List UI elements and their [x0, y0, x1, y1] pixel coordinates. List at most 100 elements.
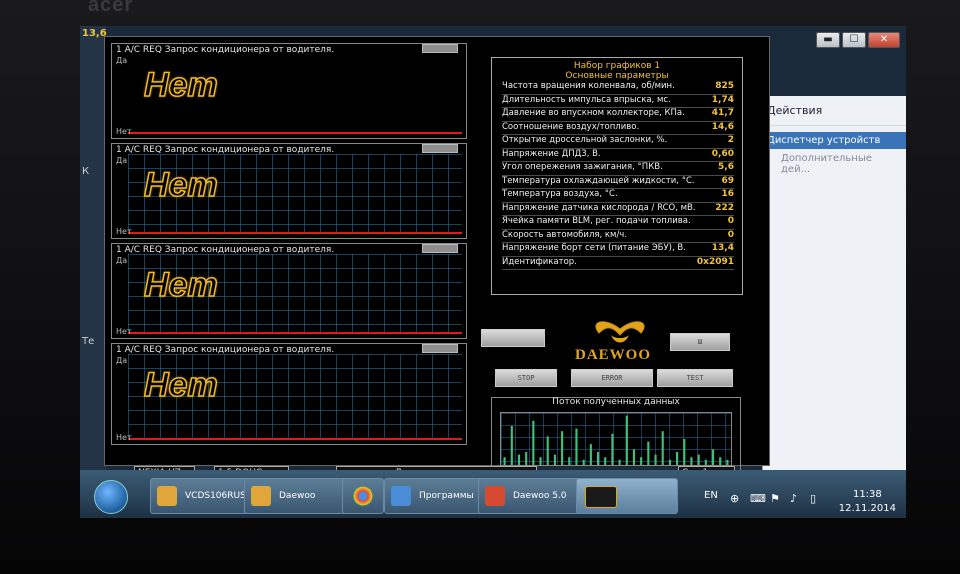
graph-scroll-handle[interactable] [422, 344, 458, 353]
graph-scroll-handle[interactable] [422, 44, 458, 53]
screen: 13,6 К Те ▬ ☐ ✕ Действия Диспетчер устро… [80, 26, 906, 518]
minimize-button[interactable]: ▬ [816, 32, 840, 48]
book-button[interactable]: Ш [670, 333, 730, 351]
param-row: Давление во впускном коллекторе, КПа. 41,… [502, 108, 734, 122]
left-label-2: Те [82, 336, 95, 347]
data-flow-bar [575, 428, 578, 465]
params-subtitle: Основные параметры [565, 71, 669, 81]
data-flow-bar [532, 420, 535, 465]
data-flow-bar [690, 457, 693, 465]
data-flow-bar [640, 457, 643, 465]
param-row: Угол опережения зажигания, °ПКВ. 5,6 [502, 162, 734, 176]
folder-icon [157, 486, 177, 506]
data-flow-bar [647, 441, 650, 465]
param-value: 2 [727, 135, 734, 145]
graph-top-label: Да [116, 156, 128, 165]
flag-icon[interactable]: ⚑ [770, 492, 780, 505]
battery-icon[interactable]: ▯ [810, 492, 816, 505]
stop-button[interactable]: STOP [495, 369, 557, 387]
daewoo-logo-text: DAEWOO [575, 347, 652, 363]
taskbar-item-chrome[interactable] [342, 478, 384, 514]
left-action-button[interactable] [481, 329, 545, 347]
param-value: 14,6 [711, 121, 734, 132]
param-label: Угол опережения зажигания, °ПКВ. [502, 162, 663, 172]
param-value: 13,4 [711, 243, 734, 253]
data-flow-bar [632, 449, 636, 465]
data-flow-bar [604, 457, 607, 465]
taskbar-item-daewoo-active[interactable] [576, 478, 678, 514]
network-icon[interactable]: ⊕ [730, 492, 739, 505]
data-flow-bar [596, 452, 600, 465]
param-value: 0 [727, 216, 734, 226]
actions-more[interactable]: Дополнительные дей... [763, 149, 906, 179]
language-indicator[interactable]: EN [704, 490, 718, 501]
maximize-button[interactable]: ☐ [842, 32, 866, 48]
graph-header: 1 A/C REQ Запрос кондиционера от водител… [116, 45, 335, 55]
data-flow-bar [611, 433, 614, 465]
param-value: 825 [715, 81, 734, 91]
graph-header: 1 A/C REQ Запрос кондиционера от водител… [116, 245, 335, 255]
graph-value: Нет [143, 165, 218, 205]
param-value: 0,60 [711, 148, 734, 159]
data-flow-bar [618, 459, 621, 465]
param-label: Температура охлаждающей жидкости, °С. [502, 175, 695, 186]
graph-signal-line [128, 132, 462, 134]
param-label: Ячейка памяти BLM, рег. подачи топлива. [502, 216, 691, 226]
taskbar-label: Daewoo 5.0 [513, 491, 567, 501]
param-label: Длительность импульса впрыска, мс. [502, 94, 671, 105]
folder-icon [251, 486, 271, 506]
keyboard-icon[interactable]: ⌨ [750, 492, 766, 505]
data-flow-bar [676, 452, 679, 465]
system-tray: EN ⊕ ⌨ ⚑ ♪ ▯ 11:38 12.11.2014 [694, 470, 906, 518]
data-flow-bar [561, 431, 564, 465]
graph-panel-4: 1 A/C REQ Запрос кондиционера от водител… [111, 343, 467, 445]
graph-bottom-label: Нет [116, 227, 132, 236]
graph-bottom-label: Нет [116, 327, 132, 336]
actions-header: Действия [763, 96, 906, 126]
param-row: Ячейка памяти BLM, рег. подачи топлива. 0 [502, 216, 734, 230]
volume-icon[interactable]: ♪ [790, 492, 797, 505]
data-flow-bar [661, 431, 664, 465]
graph-value: Нет [143, 265, 218, 305]
param-value: 16 [721, 189, 734, 199]
windows-taskbar: VCDS106RUS Daewoo Программы Daewoo 5.0 E… [80, 470, 906, 518]
graph-bottom-label: Нет [116, 127, 132, 136]
desktop-left-strip: 13,6 К Те [80, 26, 107, 518]
graph-scroll-handle[interactable] [422, 144, 458, 153]
data-flow-bar [683, 439, 686, 465]
daewoo-emblem-icon [595, 321, 645, 343]
graph-value: Нет [143, 365, 218, 405]
param-label: Напряжение ДПДЗ, В. [502, 148, 601, 159]
param-value: 41,7 [711, 108, 734, 118]
start-button[interactable] [94, 480, 128, 514]
param-label: Температура воздуха, °С. [502, 189, 618, 199]
param-label: Скорость автомобиля, км/ч. [502, 229, 628, 240]
params-rows: Частота вращения коленвала, об/мин. 825 Дл… [492, 81, 742, 270]
test-button[interactable]: TEST [657, 369, 733, 387]
param-value: 1,74 [711, 94, 734, 105]
param-row: Длительность импульса впрыска, мс. 1,74 [502, 94, 734, 108]
data-flow-bar [668, 459, 671, 465]
taskbar-label: Программы [419, 491, 474, 501]
data-flow-bar [625, 415, 628, 465]
param-row: Температура охлаждающей жидкости, °С. 69 [502, 175, 734, 189]
param-label: Напряжение борт сети (питание ЭБУ), В. [502, 243, 686, 253]
error-button[interactable]: ERROR [571, 369, 653, 387]
graph-top-label: Да [116, 256, 128, 265]
actions-device-manager[interactable]: Диспетчер устройств [763, 132, 906, 149]
param-label: Давление во впускном коллекторе, КПа. [502, 108, 685, 118]
param-row: Соотношение воздух/топливо. 14,6 [502, 121, 734, 135]
corner-label: 13,6 [82, 28, 107, 39]
system-clock[interactable]: 11:38 12.11.2014 [839, 488, 896, 516]
param-row: Скорость автомобиля, км/ч. 0 [502, 229, 734, 243]
param-row: Напряжение датчика кислорода / RCO, мВ. 2… [502, 203, 734, 216]
graph-top-label: Да [116, 356, 128, 365]
param-value: 69 [721, 175, 734, 186]
close-button[interactable]: ✕ [868, 32, 900, 48]
app-icon [485, 486, 505, 506]
data-flow-bar [697, 454, 700, 465]
graph-scroll-handle[interactable] [422, 244, 458, 253]
graph-top-label: Да [116, 56, 128, 65]
graph-bottom-label: Нет [116, 433, 132, 442]
device-manager-actions-panel: Действия Диспетчер устройств Дополнитель… [762, 96, 906, 476]
